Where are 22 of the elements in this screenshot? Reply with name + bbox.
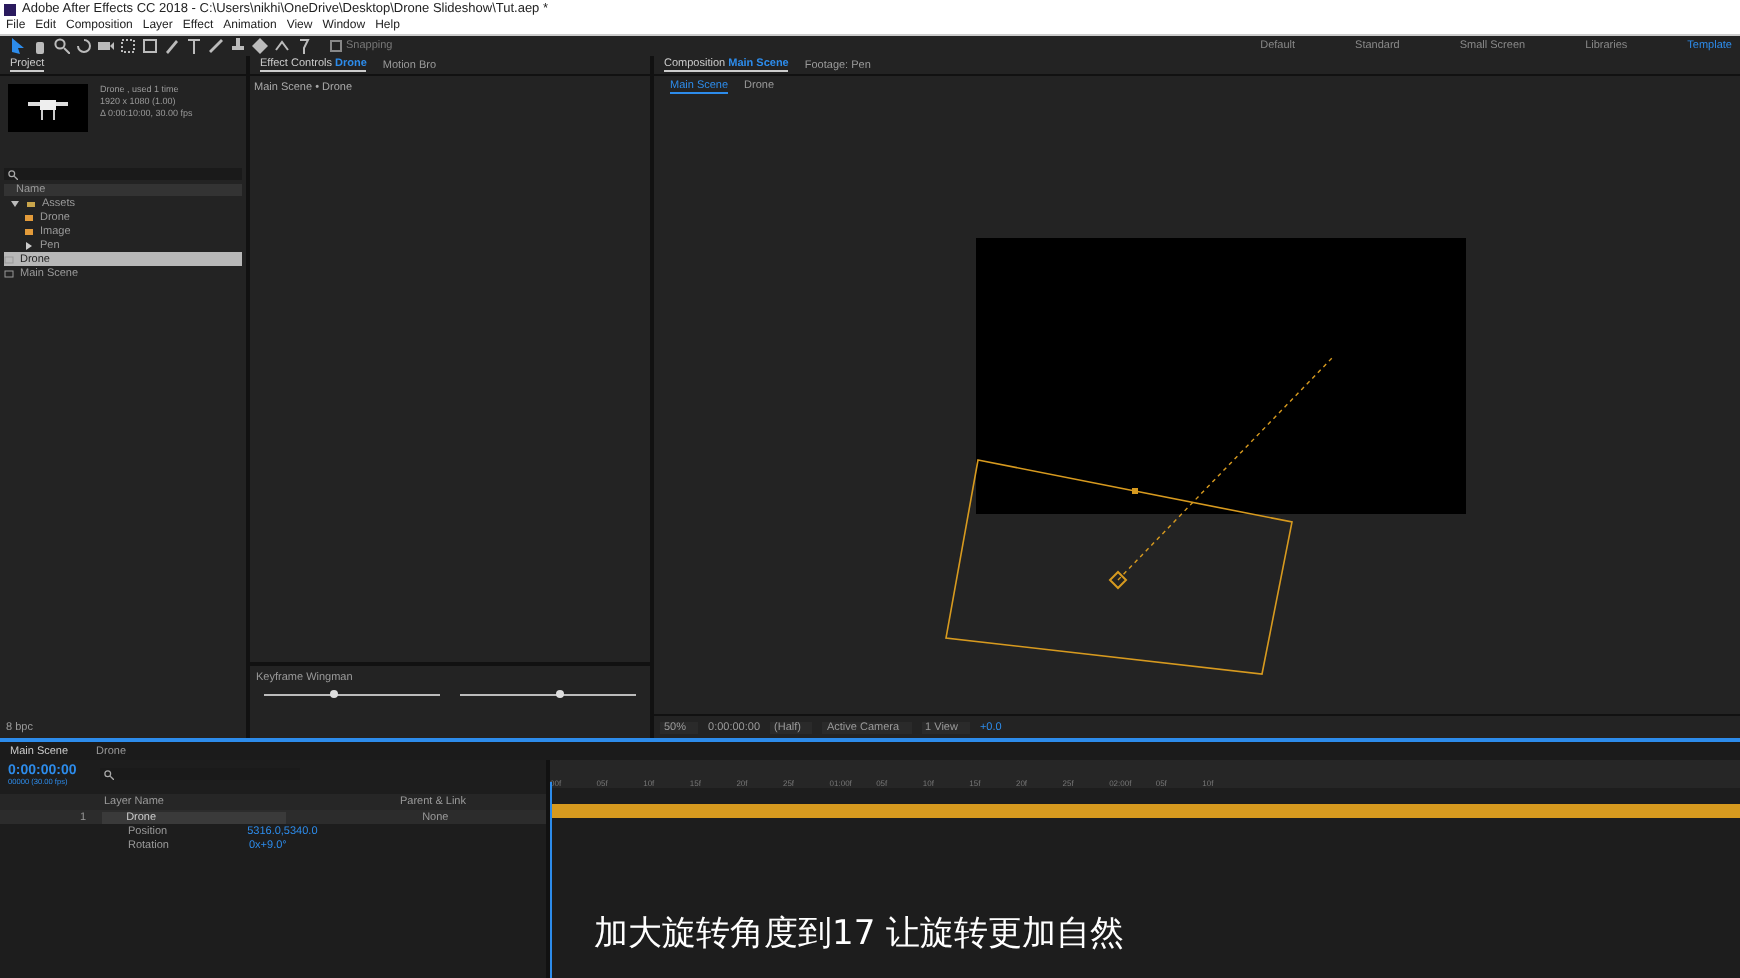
pan-behind-icon[interactable]: [120, 38, 136, 54]
snapping-checkbox[interactable]: [330, 40, 342, 52]
text-icon[interactable]: [186, 38, 202, 54]
keyframe-handle[interactable]: [1132, 488, 1138, 494]
rotate-icon[interactable]: [76, 38, 92, 54]
stamp-icon[interactable]: [230, 38, 246, 54]
expanded-triangle-icon[interactable]: [10, 199, 20, 207]
zoom-icon[interactable]: [54, 38, 70, 54]
anchor-point-icon: [1108, 570, 1128, 590]
app-logo-icon: [4, 3, 16, 15]
video-subtitle: 加大旋转角度到17 让旋转更加自然: [594, 912, 1125, 956]
slider-handle[interactable]: [556, 690, 565, 698]
search-icon: [8, 169, 18, 179]
hand-icon[interactable]: [32, 38, 48, 54]
rectangle-icon[interactable]: [142, 38, 158, 54]
folder-icon: [26, 199, 36, 207]
selection-arrow-icon[interactable]: [10, 38, 26, 54]
search-field[interactable]: [4, 168, 242, 180]
slider-handle[interactable]: [330, 690, 339, 698]
camera-icon[interactable]: [98, 38, 114, 54]
drone-icon: [24, 94, 72, 122]
search-icon: [104, 769, 115, 779]
